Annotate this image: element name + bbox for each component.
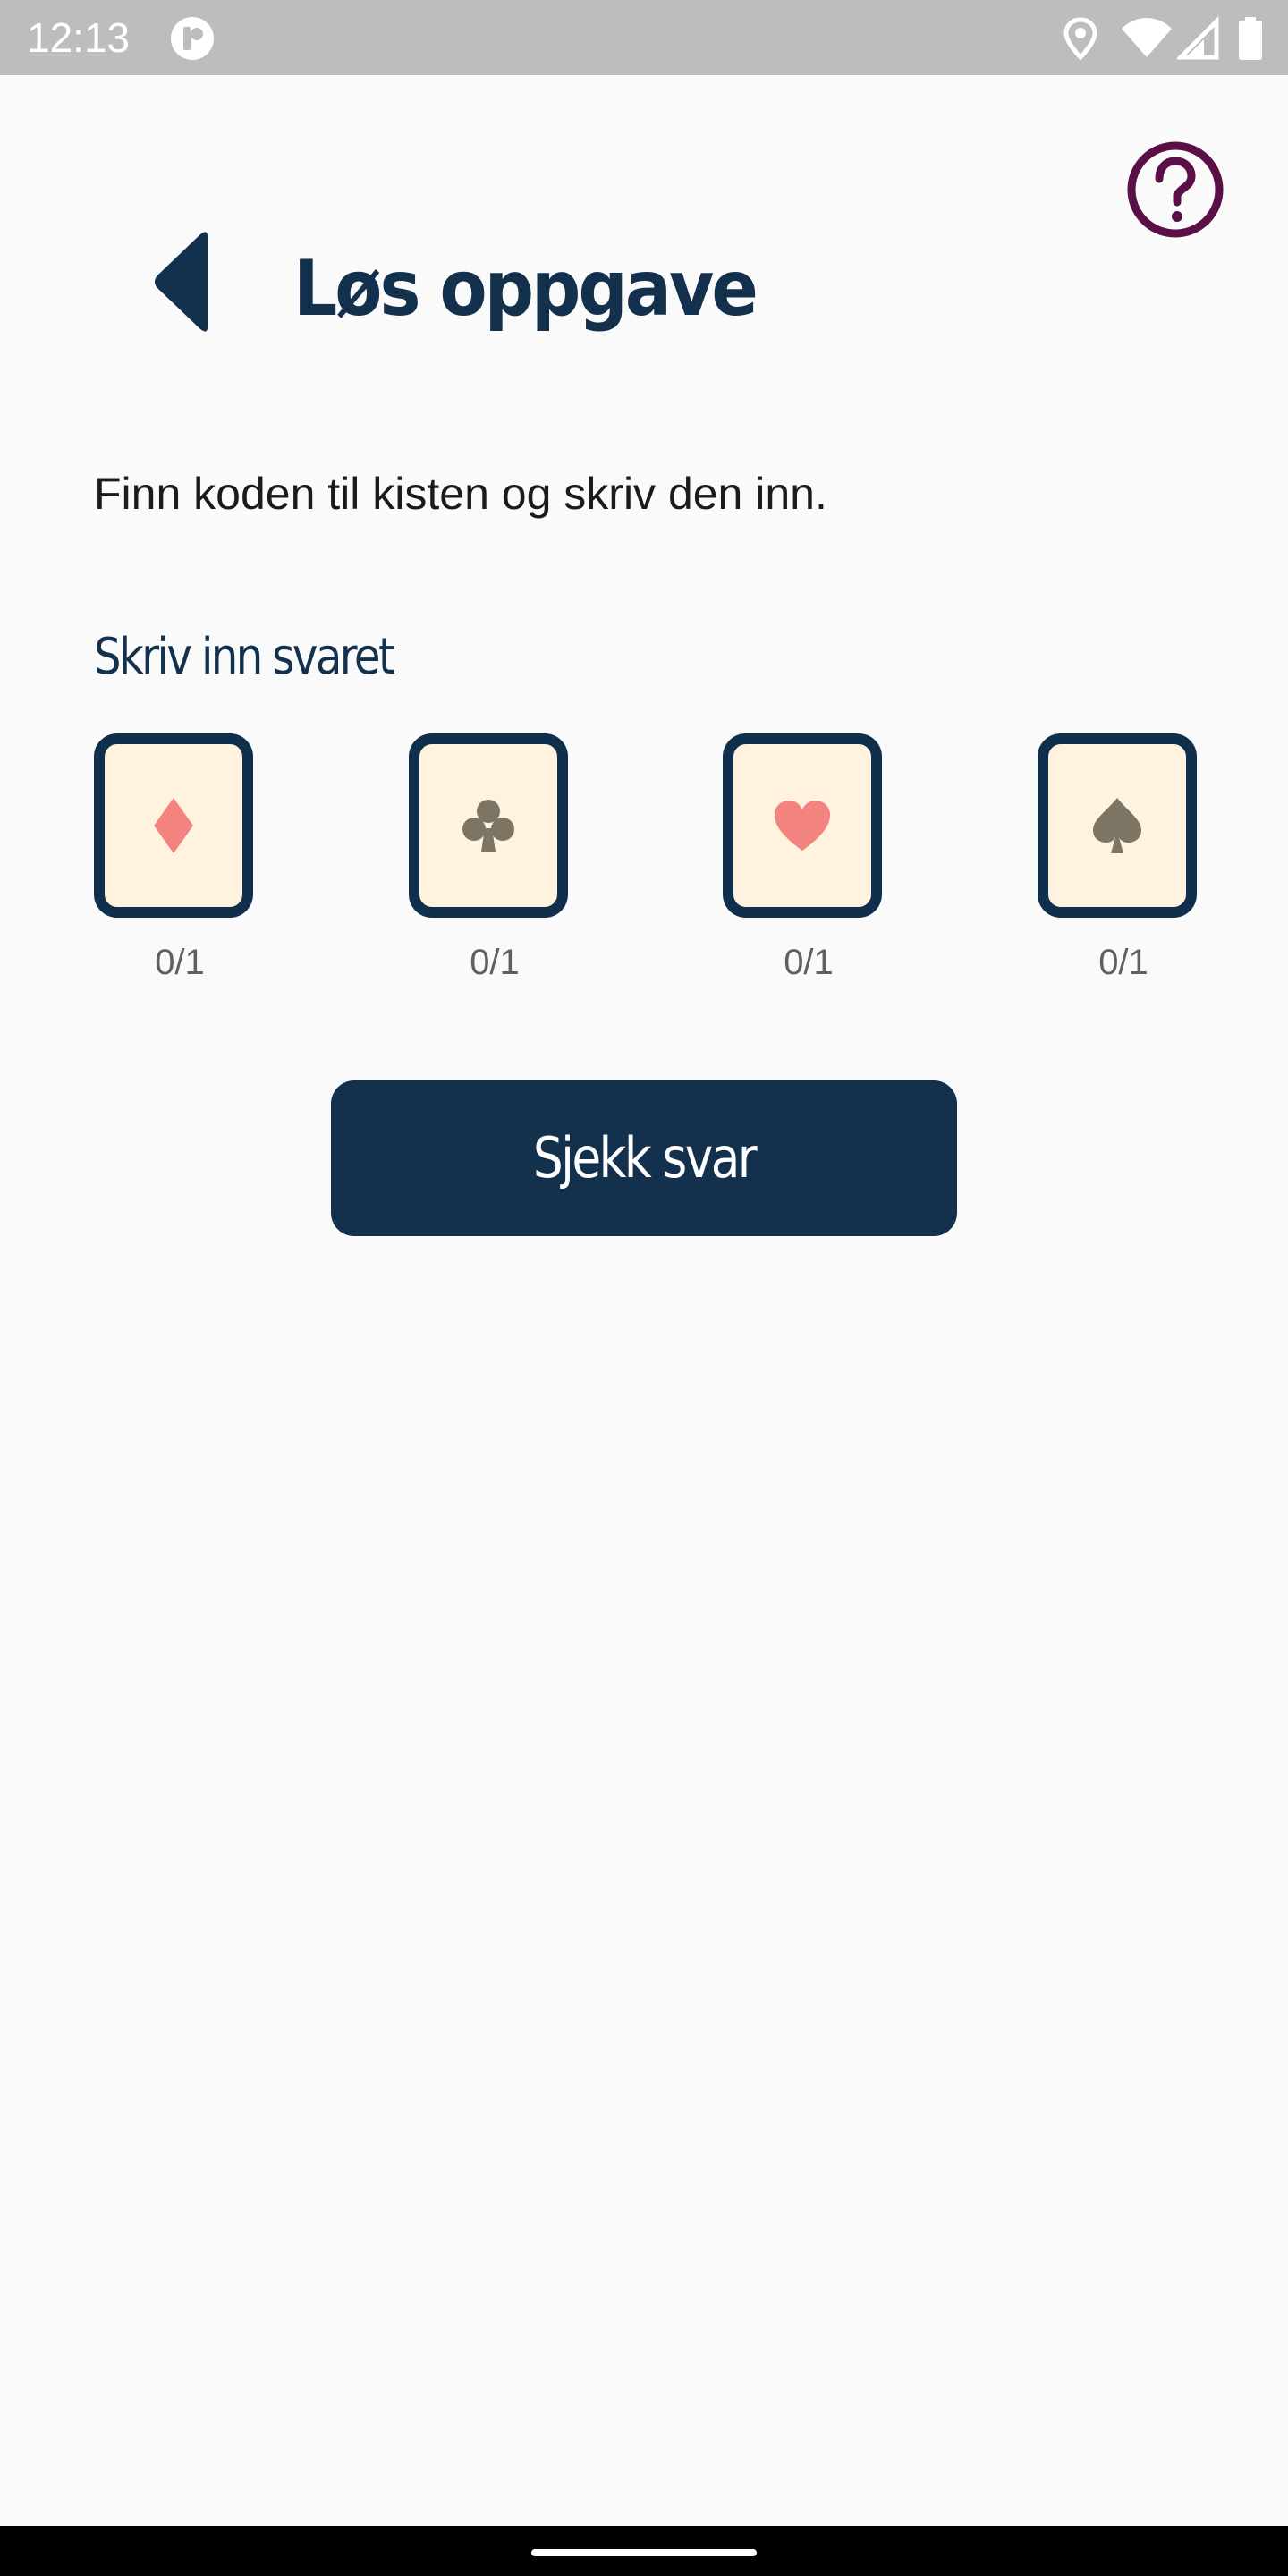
app-notification-icon <box>171 17 214 60</box>
diamond-icon <box>154 798 193 853</box>
card-counter-diamond: 0/1 <box>155 943 205 982</box>
heart-icon <box>775 801 830 851</box>
card-counter-spade: 0/1 <box>1098 943 1148 982</box>
battery-icon <box>1239 17 1262 60</box>
task-instruction: Finn koden til kisten og skriv den inn. <box>94 469 827 519</box>
status-bar: 12:13 <box>0 0 1288 75</box>
answer-label: Skriv inn svaret <box>94 628 395 686</box>
check-answer-label: Sjekk svar <box>532 1125 758 1191</box>
status-time: 12:13 <box>27 14 131 61</box>
card-slot-spade[interactable] <box>1038 733 1197 918</box>
navigation-bar <box>0 2526 1288 2576</box>
card-slot-diamond[interactable] <box>94 733 253 918</box>
card-counter-heart: 0/1 <box>784 943 834 982</box>
spade-icon <box>1093 798 1141 853</box>
club-icon <box>462 800 514 852</box>
card-slot-club[interactable] <box>409 733 568 918</box>
home-indicator[interactable] <box>531 2549 757 2556</box>
check-answer-button[interactable]: Sjekk svar <box>331 1080 957 1236</box>
card-slot-heart[interactable] <box>723 733 882 918</box>
card-counter-club: 0/1 <box>470 943 520 982</box>
wifi-icon <box>1122 18 1172 57</box>
help-question-icon[interactable] <box>1125 140 1225 240</box>
back-arrow-icon[interactable] <box>134 224 233 340</box>
page-title: Løs oppgave <box>293 244 758 334</box>
cellular-signal-icon <box>1177 16 1219 60</box>
location-icon <box>1063 17 1097 61</box>
